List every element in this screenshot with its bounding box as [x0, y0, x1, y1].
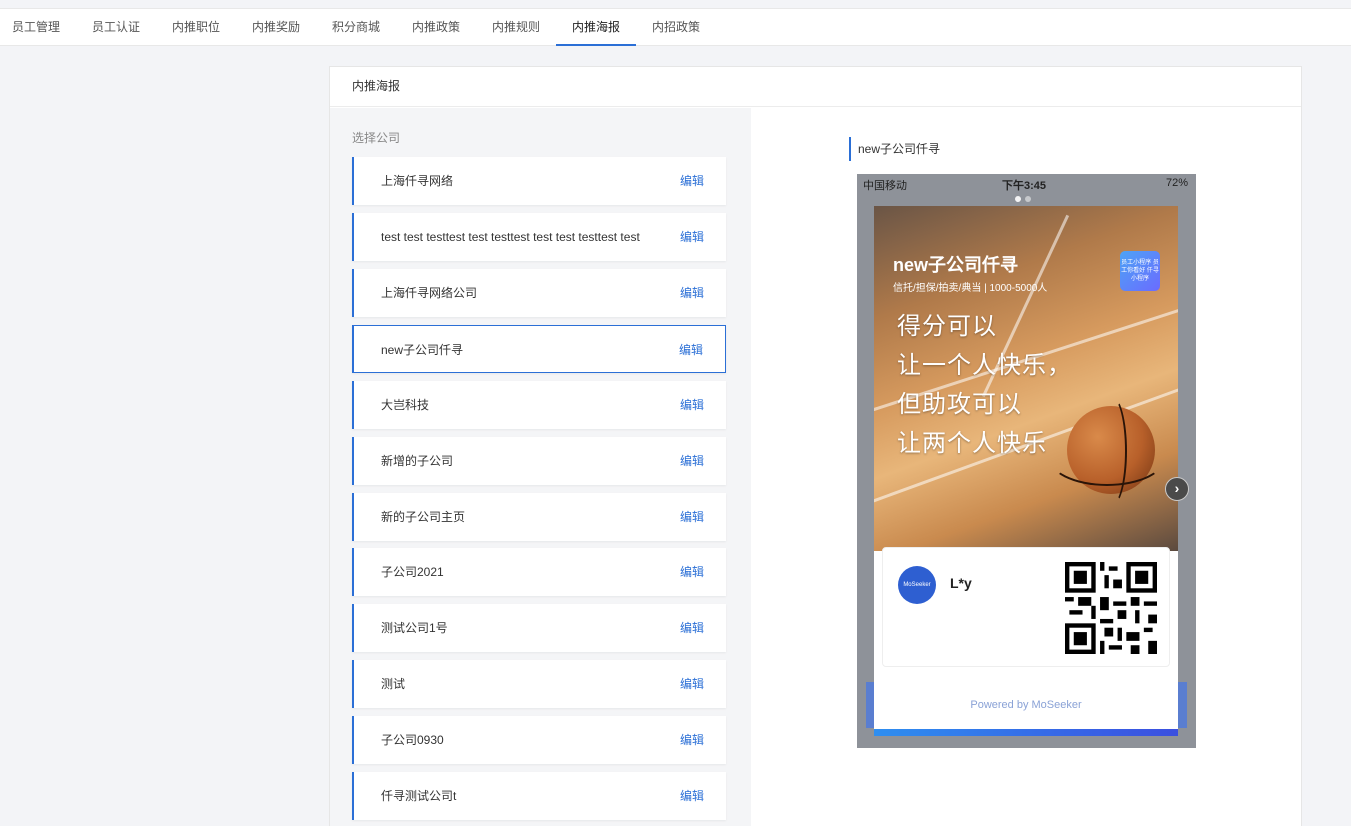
company-item[interactable]: 子公司0930 编辑	[352, 716, 726, 764]
tab-internal-recruit-policy[interactable]: 内招政策	[652, 9, 700, 46]
edit-link[interactable]: 编辑	[680, 772, 704, 820]
tab-referral-positions[interactable]: 内推职位	[172, 9, 220, 46]
edit-link[interactable]: 编辑	[680, 381, 704, 429]
company-logo: 员工小程序 员工你看好 仟寻小程序	[1120, 251, 1160, 291]
company-name: 仟寻测试公司t	[381, 789, 457, 803]
select-company-caption: 选择公司	[352, 131, 401, 145]
slogan-line: 让两个人快乐	[897, 430, 1047, 457]
qr-code-icon	[1065, 562, 1157, 654]
phone-preview: 中国移动 下午3:45 72% new子公司仟寻 信托/担保/拍卖/典当 | 1…	[857, 174, 1196, 748]
carousel-dots	[1015, 191, 1035, 205]
poster-company-meta: 信托/担保/拍卖/典当 | 1000-5000人	[893, 283, 1048, 294]
company-item[interactable]: 仟寻测试公司t 编辑	[352, 772, 726, 820]
company-name: 测试	[381, 677, 406, 691]
edit-link[interactable]: 编辑	[680, 660, 704, 708]
company-item[interactable]: 子公司2021 编辑	[352, 548, 726, 596]
tab-employee-management[interactable]: 员工管理	[12, 9, 60, 46]
company-item-selected[interactable]: new子公司仟寻 编辑	[352, 325, 726, 373]
tab-referral-poster[interactable]: 内推海报	[556, 9, 636, 46]
user-name: L*y	[950, 575, 972, 591]
edit-link[interactable]: 编辑	[680, 548, 704, 596]
poster: new子公司仟寻 信托/担保/拍卖/典当 | 1000-5000人 员工小程序 …	[874, 206, 1178, 736]
top-nav: 员工管理 员工认证 内推职位 内推奖励 积分商城 内推政策 内推规则 内推海报 …	[0, 8, 1351, 46]
poster-footer: MoSeeker L*y Powered by MoSeeker	[874, 547, 1178, 736]
company-item[interactable]: 上海仟寻网络 编辑	[352, 157, 726, 205]
company-item[interactable]: 新的子公司主页 编辑	[352, 493, 726, 541]
poster-panel: 内推海报 选择公司 上海仟寻网络 编辑 test test testtest te…	[329, 66, 1302, 826]
panel-title: 内推海报	[330, 67, 1301, 107]
company-name: 测试公司1号	[381, 621, 448, 635]
tab-referral-rules[interactable]: 内推规则	[492, 9, 540, 46]
tab-referral-rewards[interactable]: 内推奖励	[252, 9, 300, 46]
company-name: test test testtest test testtest test te…	[381, 230, 640, 244]
dot-active	[1015, 196, 1021, 202]
poster-bottom-bar	[874, 729, 1178, 736]
edit-link[interactable]: 编辑	[680, 213, 704, 261]
company-item[interactable]: 大岂科技 编辑	[352, 381, 726, 429]
company-item[interactable]: test test testtest test testtest test te…	[352, 213, 726, 261]
avatar: MoSeeker	[898, 566, 936, 604]
company-name: 新的子公司主页	[381, 510, 466, 524]
ball-seam	[1097, 396, 1127, 506]
slogan-line: 让一个人快乐，	[897, 352, 1072, 379]
next-poster-button[interactable]: ›	[1165, 477, 1189, 501]
carrier-label: 中国移动	[863, 180, 907, 192]
company-name: new子公司仟寻	[381, 343, 464, 357]
edit-link[interactable]: 编辑	[680, 437, 704, 485]
company-list: 选择公司 上海仟寻网络 编辑 test test testtest test te…	[330, 108, 751, 826]
basketball-court-image: new子公司仟寻 信托/担保/拍卖/典当 | 1000-5000人 员工小程序 …	[874, 206, 1178, 551]
edit-link[interactable]: 编辑	[680, 604, 704, 652]
company-name: 大岂科技	[381, 398, 430, 412]
company-name: 上海仟寻网络	[381, 174, 454, 188]
preview-title: new子公司仟寻	[849, 137, 940, 161]
company-name: 子公司0930	[381, 733, 444, 747]
company-name: 新增的子公司	[381, 454, 454, 468]
edit-link[interactable]: 编辑	[680, 493, 704, 541]
powered-by-label: Powered by MoSeeker	[970, 699, 1082, 711]
poster-company-name: new子公司仟寻	[893, 255, 1019, 275]
company-item[interactable]: 测试公司1号 编辑	[352, 604, 726, 652]
company-name: 子公司2021	[381, 565, 444, 579]
company-item[interactable]: 上海仟寻网络公司 编辑	[352, 269, 726, 317]
company-item[interactable]: 新增的子公司 编辑	[352, 437, 726, 485]
company-name: 上海仟寻网络公司	[381, 286, 478, 300]
phone-status-bar: 中国移动 下午3:45 72%	[857, 174, 1196, 192]
dot-inactive	[1025, 196, 1031, 202]
slogan-line: 得分可以	[897, 313, 997, 340]
user-card: MoSeeker L*y	[882, 547, 1170, 667]
edit-link[interactable]: 编辑	[679, 326, 703, 374]
slogan-line: 但助攻可以	[897, 391, 1022, 418]
tab-referral-policy[interactable]: 内推政策	[412, 9, 460, 46]
edit-link[interactable]: 编辑	[680, 716, 704, 764]
company-item[interactable]: 测试 编辑	[352, 660, 726, 708]
battery-label: 72%	[1165, 177, 1188, 189]
edit-link[interactable]: 编辑	[680, 269, 704, 317]
basketball-icon	[1047, 396, 1167, 506]
tab-employee-certification[interactable]: 员工认证	[92, 9, 140, 46]
tab-points-mall[interactable]: 积分商城	[332, 9, 380, 46]
edit-link[interactable]: 编辑	[680, 157, 704, 205]
